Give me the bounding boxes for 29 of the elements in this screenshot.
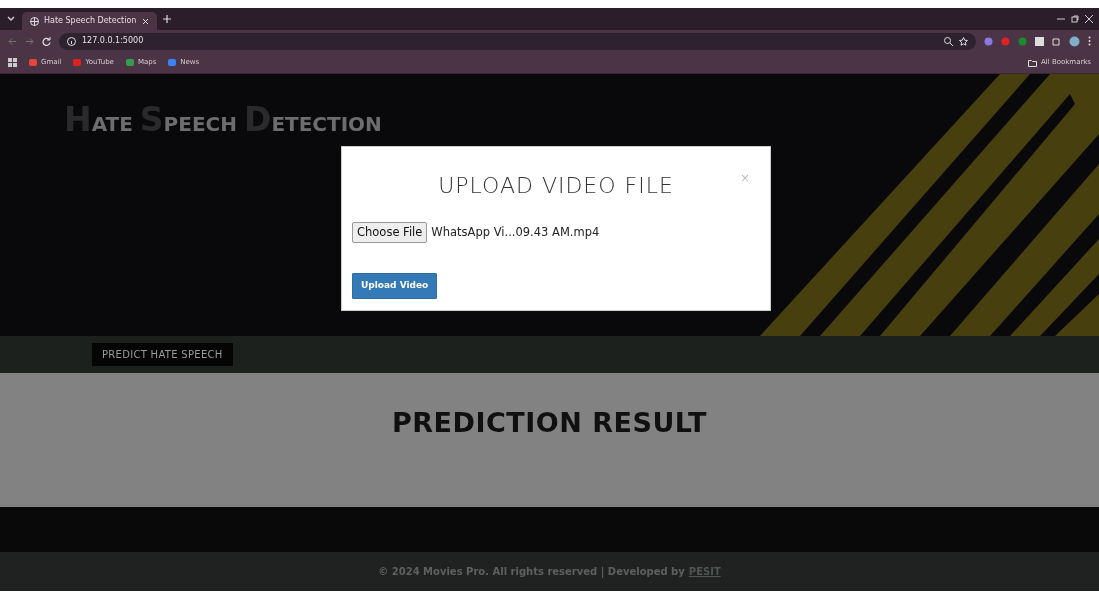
browser-tab[interactable]: Hate Speech Detection: [22, 12, 157, 30]
upload-button[interactable]: Upload Video: [352, 273, 438, 299]
modal-title: UPLOAD VIDEO FILE: [438, 172, 674, 200]
apps-grid-icon[interactable]: [8, 58, 17, 67]
footer-text: © 2024 Movies Pro. All rights reserved | Developed by: [378, 565, 685, 579]
predict-button[interactable]: PREDICT HATE SPEECH: [92, 343, 233, 366]
sidebar-icon[interactable]: [1035, 36, 1044, 46]
section-heading: PREDICTION RESULT: [392, 407, 707, 440]
restore-icon[interactable]: [1071, 15, 1079, 23]
star-icon[interactable]: [959, 36, 968, 46]
chevron-down-icon[interactable]: [6, 14, 16, 24]
globe-icon: [30, 16, 39, 26]
info-icon: [67, 36, 76, 46]
choose-file-button[interactable]: Choose File: [352, 222, 428, 244]
plus-icon[interactable]: [163, 15, 171, 23]
tab-title: Hate Speech Detection: [44, 15, 137, 27]
zoom-icon[interactable]: [944, 36, 953, 46]
reload-icon[interactable]: [42, 36, 51, 46]
forward-arrow-icon[interactable]: [25, 36, 34, 46]
folder-icon: [1028, 58, 1037, 67]
close-icon[interactable]: [142, 17, 149, 25]
menu-icon[interactable]: [1088, 36, 1091, 46]
close-icon[interactable]: [1085, 15, 1093, 23]
address-bar[interactable]: 127.0.0.1:5000: [59, 32, 976, 50]
minimize-icon[interactable]: [1057, 15, 1065, 23]
file-name: WhatsApp Vi...09.43 AM.mp4: [431, 224, 600, 241]
back-arrow-icon[interactable]: [8, 36, 17, 46]
profile-avatar-icon[interactable]: [1069, 35, 1080, 47]
url-text: 127.0.0.1:5000: [82, 35, 145, 47]
